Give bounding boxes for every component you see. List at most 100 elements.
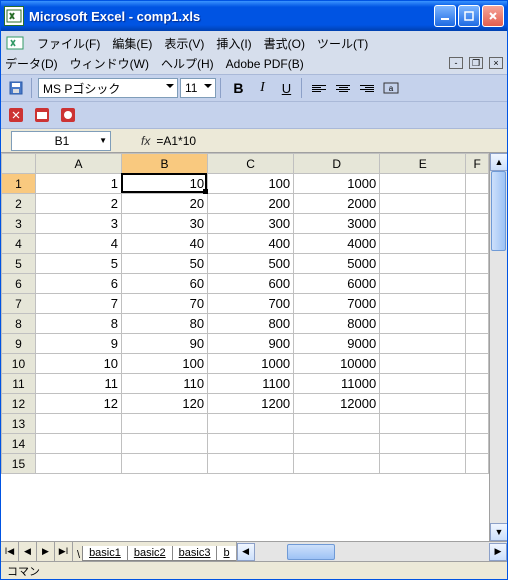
row-header[interactable]: 13 (2, 414, 36, 434)
sheet-tab[interactable]: basic1 (82, 546, 128, 561)
mdi-restore[interactable]: ❐ (469, 57, 483, 69)
cell[interactable]: 100 (122, 354, 208, 374)
cell[interactable] (466, 254, 489, 274)
cell[interactable] (122, 414, 208, 434)
sheet-tab[interactable]: b (216, 546, 236, 561)
scroll-down-button[interactable]: ▼ (490, 523, 507, 541)
sheet-tab[interactable]: basic3 (172, 546, 218, 561)
cell[interactable]: 20 (122, 194, 208, 214)
cell[interactable]: 3 (35, 214, 121, 234)
cell[interactable] (380, 274, 466, 294)
cell[interactable] (208, 414, 294, 434)
menu-data[interactable]: データ(D) (5, 55, 58, 72)
cell[interactable] (466, 434, 489, 454)
cell[interactable] (466, 294, 489, 314)
cell[interactable]: 1000 (208, 354, 294, 374)
tab-prev-button[interactable]: ◀ (19, 542, 37, 561)
cell[interactable]: 9 (35, 334, 121, 354)
menu-adobe[interactable]: Adobe PDF(B) (226, 57, 304, 71)
menu-file[interactable]: ファイル(F) (37, 35, 100, 52)
cell[interactable] (380, 394, 466, 414)
cell[interactable]: 2 (35, 194, 121, 214)
pdf-export-icon[interactable] (5, 104, 27, 126)
cell[interactable]: 500 (208, 254, 294, 274)
sheet-tab[interactable]: basic2 (127, 546, 173, 561)
cell[interactable]: 600 (208, 274, 294, 294)
cell[interactable] (466, 194, 489, 214)
cell[interactable] (122, 454, 208, 474)
select-all-corner[interactable] (2, 154, 36, 174)
cell[interactable] (380, 334, 466, 354)
cell[interactable] (466, 454, 489, 474)
cell[interactable]: 6 (35, 274, 121, 294)
cell[interactable] (466, 354, 489, 374)
name-box[interactable]: B1 (11, 131, 111, 151)
row-header[interactable]: 2 (2, 194, 36, 214)
align-center-button[interactable] (332, 77, 354, 99)
cell[interactable]: 8 (35, 314, 121, 334)
column-header[interactable]: C (208, 154, 294, 174)
cell[interactable]: 1000 (294, 174, 380, 194)
horizontal-scrollbar[interactable]: ◀ ▶ (236, 542, 507, 561)
row-header[interactable]: 4 (2, 234, 36, 254)
cell[interactable] (466, 414, 489, 434)
menu-help[interactable]: ヘルプ(H) (161, 55, 214, 72)
cell[interactable] (208, 434, 294, 454)
cell[interactable] (466, 334, 489, 354)
row-header[interactable]: 3 (2, 214, 36, 234)
cell[interactable]: 4 (35, 234, 121, 254)
cell[interactable]: 100 (208, 174, 294, 194)
cell[interactable] (380, 314, 466, 334)
align-right-button[interactable] (356, 77, 378, 99)
menu-edit[interactable]: 編集(E) (112, 35, 152, 52)
row-header[interactable]: 8 (2, 314, 36, 334)
pdf-mail-icon[interactable] (31, 104, 53, 126)
cell[interactable] (380, 214, 466, 234)
vscroll-thumb[interactable] (491, 171, 506, 251)
cell[interactable] (380, 374, 466, 394)
underline-button[interactable]: U (275, 77, 297, 99)
menu-tools[interactable]: ツール(T) (317, 35, 368, 52)
cell[interactable] (294, 414, 380, 434)
column-header[interactable]: A (35, 154, 121, 174)
row-header[interactable]: 9 (2, 334, 36, 354)
cell[interactable] (35, 414, 121, 434)
menu-view[interactable]: 表示(V) (164, 35, 204, 52)
cell[interactable]: 90 (122, 334, 208, 354)
row-header[interactable]: 6 (2, 274, 36, 294)
minimize-button[interactable] (434, 5, 456, 27)
tab-last-button[interactable]: ▶I (55, 542, 73, 561)
row-header[interactable]: 15 (2, 454, 36, 474)
pdf-review-icon[interactable] (57, 104, 79, 126)
mdi-close[interactable]: × (489, 57, 503, 69)
save-icon[interactable] (5, 77, 27, 99)
hscroll-thumb[interactable] (287, 544, 335, 560)
cell[interactable]: 800 (208, 314, 294, 334)
menu-insert[interactable]: 挿入(I) (216, 35, 251, 52)
cell[interactable]: 200 (208, 194, 294, 214)
cell[interactable]: 5 (35, 254, 121, 274)
menu-window[interactable]: ウィンドウ(W) (70, 55, 149, 72)
cell[interactable] (208, 454, 294, 474)
font-size-select[interactable]: 11 (180, 78, 216, 98)
cell[interactable] (294, 434, 380, 454)
row-header[interactable]: 10 (2, 354, 36, 374)
row-header[interactable]: 7 (2, 294, 36, 314)
cell[interactable]: 12 (35, 394, 121, 414)
cell[interactable] (380, 254, 466, 274)
merge-center-button[interactable]: a (380, 77, 402, 99)
cell[interactable]: 11 (35, 374, 121, 394)
cell[interactable]: 10000 (294, 354, 380, 374)
cell[interactable] (466, 374, 489, 394)
close-button[interactable] (482, 5, 504, 27)
cell[interactable] (35, 434, 121, 454)
bold-button[interactable]: B (227, 77, 249, 99)
cell[interactable] (380, 294, 466, 314)
menu-format[interactable]: 書式(O) (264, 35, 305, 52)
cell[interactable]: 1100 (208, 374, 294, 394)
cell[interactable]: 6000 (294, 274, 380, 294)
font-name-select[interactable]: MS Pゴシック (38, 78, 178, 98)
row-header[interactable]: 11 (2, 374, 36, 394)
row-header[interactable]: 12 (2, 394, 36, 414)
fx-icon[interactable]: fx (141, 134, 150, 148)
